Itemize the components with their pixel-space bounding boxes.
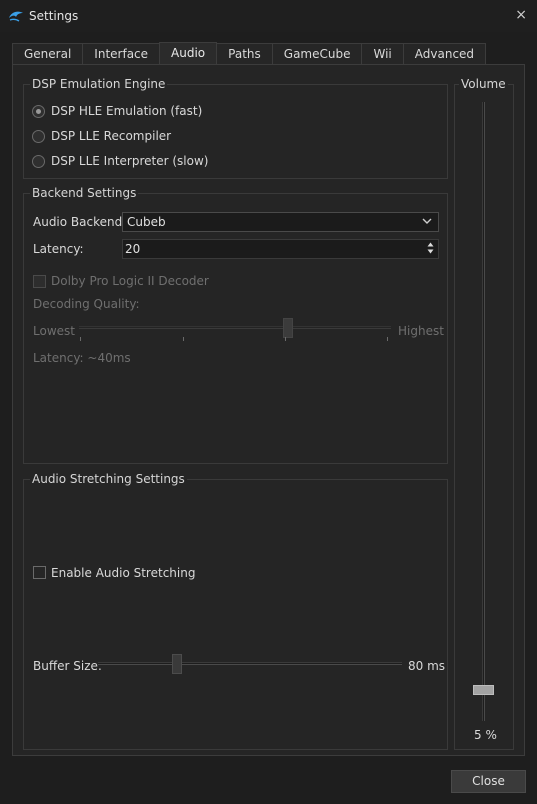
volume-slider-track[interactable] [482, 102, 485, 721]
dolby-label: Dolby Pro Logic II Decoder [51, 274, 209, 288]
audio-settings-panel: DSP Emulation Engine DSP HLE Emulation (… [12, 64, 525, 756]
enable-stretching-label: Enable Audio Stretching [51, 566, 196, 580]
tab-gamecube[interactable]: GameCube [271, 43, 363, 64]
quality-max-label: Highest [398, 324, 444, 338]
volume-group: Volume 5 % [454, 77, 514, 750]
audio-backend-dropdown[interactable]: Cubeb [122, 212, 439, 232]
volume-group-title: Volume [459, 77, 508, 91]
window-title: Settings [29, 9, 79, 23]
latency-spinbox[interactable]: 20 [122, 239, 439, 259]
backend-group-title: Backend Settings [30, 186, 139, 200]
buffer-size-label: Buffer Size: [33, 659, 102, 673]
spin-arrows-icon[interactable] [427, 241, 434, 257]
title-bar: Settings × [0, 0, 537, 32]
latency-readout: Latency: ~40ms [33, 351, 131, 365]
tab-interface[interactable]: Interface [82, 43, 161, 64]
latency-label: Latency: [33, 242, 84, 256]
audio-backend-label: Audio Backend: [33, 215, 127, 229]
slider-tick [387, 337, 388, 341]
dsp-emulation-group: DSP Emulation Engine DSP HLE Emulation (… [23, 77, 448, 179]
audio-backend-value: Cubeb [127, 215, 166, 229]
tab-advanced[interactable]: Advanced [402, 43, 487, 64]
dolphin-icon [9, 11, 23, 22]
backend-settings-group: Backend Settings Audio Backend: Cubeb La… [23, 186, 448, 464]
radio-label: DSP HLE Emulation (fast) [51, 104, 203, 118]
close-button[interactable]: Close [451, 770, 526, 793]
enable-stretching-checkbox[interactable] [33, 566, 46, 579]
radio-dsp-lle-recompiler[interactable]: DSP LLE Recompiler [32, 129, 171, 143]
tab-paths[interactable]: Paths [216, 43, 273, 64]
buffer-size-value: 80 ms [408, 659, 446, 673]
slider-tick [80, 337, 81, 341]
tab-general[interactable]: General [12, 43, 84, 64]
stretching-group-title: Audio Stretching Settings [30, 472, 187, 486]
decoding-quality-slider-handle[interactable] [283, 318, 294, 338]
chevron-down-icon [422, 215, 432, 233]
radio-dsp-lle-interpreter[interactable]: DSP LLE Interpreter (slow) [32, 154, 208, 168]
buffer-size-slider-handle[interactable] [172, 654, 183, 674]
slider-tick [285, 337, 286, 341]
latency-value: 20 [125, 242, 141, 256]
tab-wii[interactable]: Wii [361, 43, 404, 64]
radio-indicator[interactable] [32, 154, 45, 168]
radio-label: DSP LLE Recompiler [51, 129, 172, 143]
radio-label: DSP LLE Interpreter (slow) [51, 154, 209, 168]
slider-tick [183, 337, 184, 341]
decoding-quality-slider-track[interactable] [79, 326, 391, 329]
dsp-group-title: DSP Emulation Engine [30, 77, 168, 91]
volume-slider-handle[interactable] [473, 685, 494, 696]
radio-indicator[interactable] [32, 104, 45, 118]
dolby-checkbox[interactable] [33, 275, 46, 288]
radio-dsp-hle[interactable]: DSP HLE Emulation (fast) [32, 104, 202, 118]
radio-indicator[interactable] [32, 129, 45, 143]
tab-audio[interactable]: Audio [159, 42, 218, 64]
volume-value: 5 % [474, 728, 497, 742]
tab-bar: General Interface Audio Paths GameCube W… [12, 42, 487, 64]
audio-stretching-group: Audio Stretching Settings Enable Audio S… [23, 472, 448, 750]
quality-min-label: Lowest [33, 324, 75, 338]
decoding-quality-label: Decoding Quality: [33, 297, 140, 311]
buffer-size-slider-track[interactable] [98, 662, 402, 665]
close-icon[interactable]: × [515, 7, 527, 23]
